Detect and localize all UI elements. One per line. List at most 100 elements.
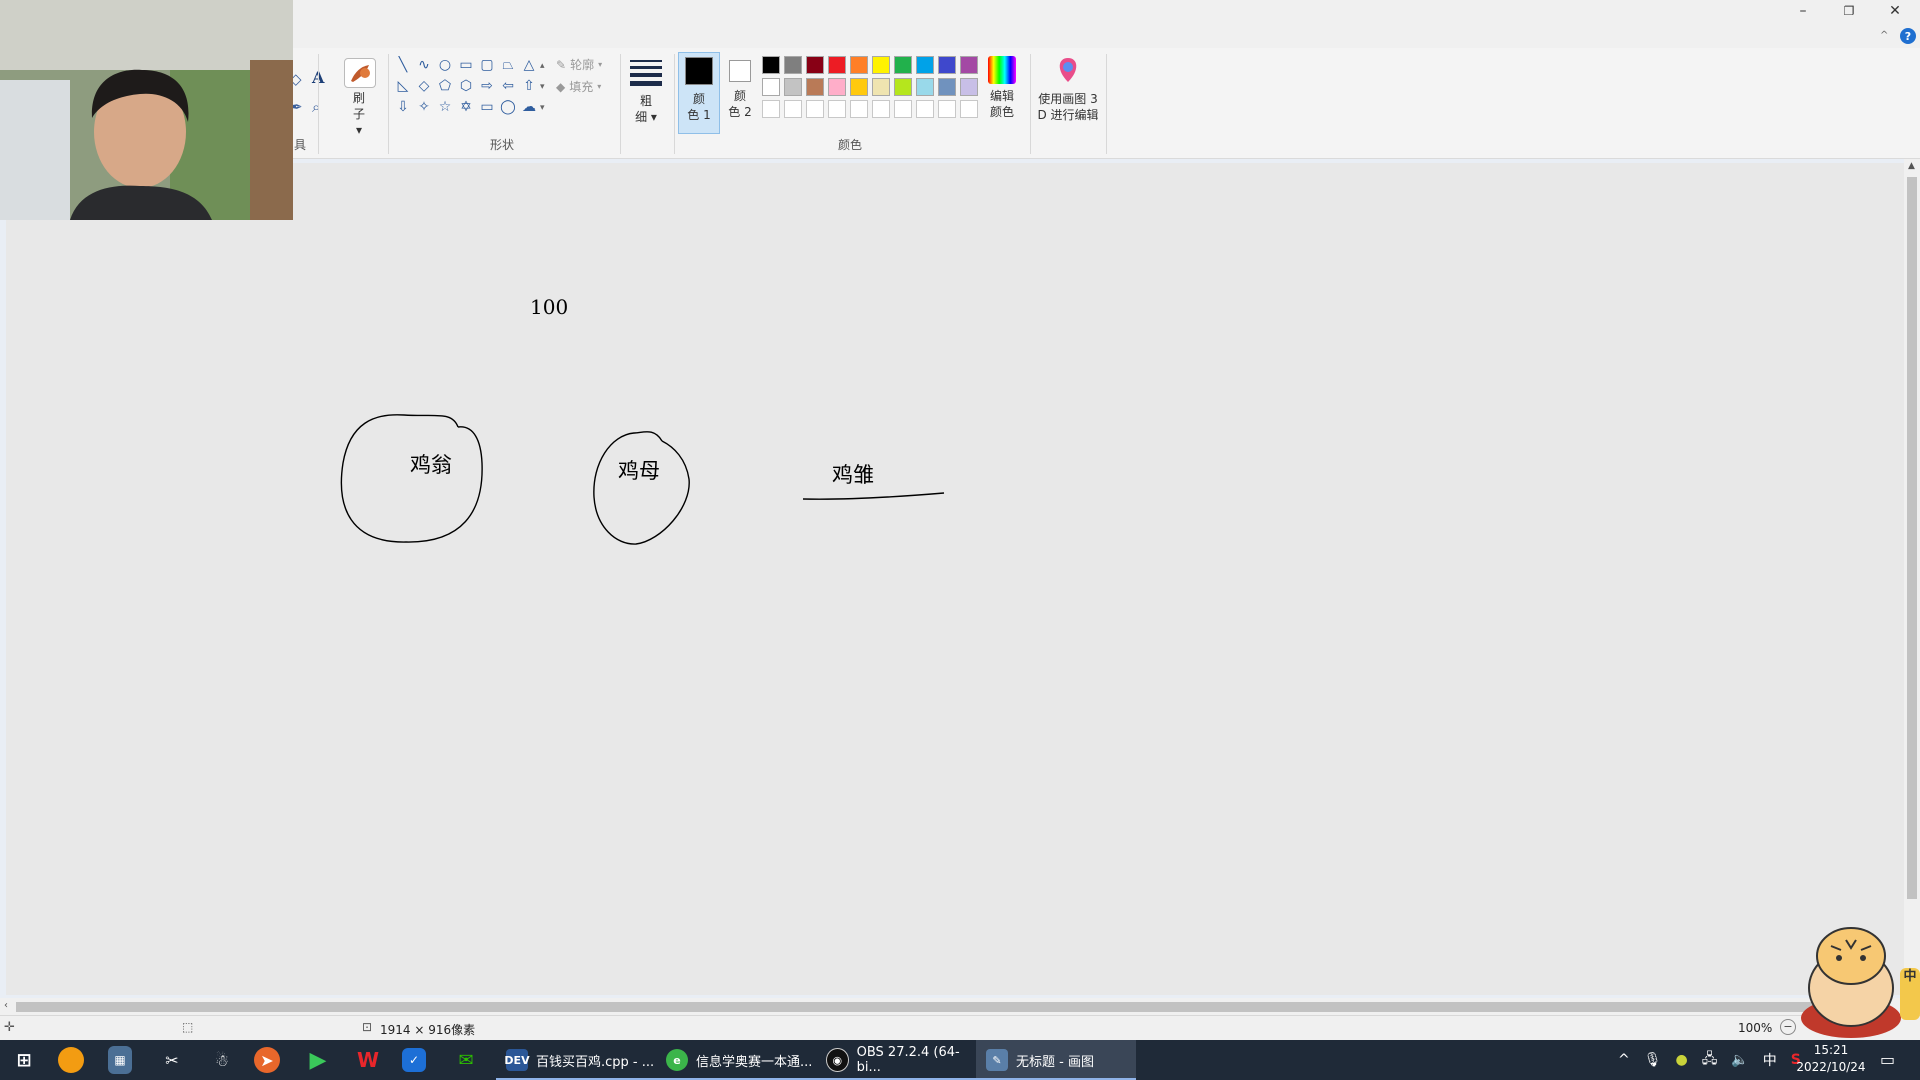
palette-color-swatch[interactable]	[872, 56, 890, 74]
custom-color-slot[interactable]	[872, 100, 890, 118]
left-arrow-shape-icon[interactable]: ⇦	[499, 77, 517, 95]
scroll-up-icon[interactable]: ▲	[1908, 161, 1915, 171]
down-arrow-shape-icon[interactable]: ⇩	[394, 98, 412, 116]
ime-floating-toolbar[interactable]: 中	[1900, 968, 1920, 1020]
fill-button[interactable]: ◆ 填充 ▾	[556, 78, 601, 95]
taskbar-app-obs[interactable]: ◉ OBS 27.2.4 (64-bi...	[816, 1040, 976, 1080]
rectangle-shape-icon[interactable]: ▭	[457, 56, 475, 74]
custom-color-slot[interactable]	[828, 100, 846, 118]
volume-icon[interactable]: 🔈	[1731, 1052, 1748, 1068]
custom-color-slot[interactable]	[916, 100, 934, 118]
tray-expand-icon[interactable]: ^	[1618, 1052, 1630, 1068]
rect-callout-shape-icon[interactable]: ▭	[478, 98, 496, 116]
player-icon[interactable]: ▶	[302, 1044, 334, 1076]
wechat-icon[interactable]: ✉	[450, 1044, 482, 1076]
vertical-scroll-thumb[interactable]	[1907, 177, 1917, 899]
custom-color-slot[interactable]	[894, 100, 912, 118]
palette-color-swatch[interactable]	[938, 78, 956, 96]
rounded-rectangle-shape-icon[interactable]: ▢	[478, 56, 496, 74]
palette-color-swatch[interactable]	[850, 78, 868, 96]
palette-color-swatch[interactable]	[938, 56, 956, 74]
canvas-text-100: 100	[530, 295, 569, 319]
palette-color-swatch[interactable]	[806, 56, 824, 74]
help-button[interactable]: ?	[1900, 28, 1916, 44]
capcut-icon[interactable]: ✂	[156, 1044, 188, 1076]
cloud-callout-shape-icon[interactable]: ☁	[520, 98, 538, 116]
drawing-canvas[interactable]: 100 鸡翁 鸡母 鸡雏	[6, 163, 1904, 995]
curve-shape-icon[interactable]: ∿	[415, 56, 433, 74]
clock[interactable]: 15:21 2022/10/24	[1786, 1042, 1876, 1076]
restore-button[interactable]: ❐	[1826, 0, 1872, 22]
pentagon-shape-icon[interactable]: ⬠	[436, 77, 454, 95]
paint3d-icon	[1059, 58, 1077, 82]
palette-color-swatch[interactable]	[784, 78, 802, 96]
edit-colors-button[interactable]: 编辑 颜色	[986, 56, 1018, 136]
right-triangle-shape-icon[interactable]: ◺	[394, 77, 412, 95]
oval-shape-icon[interactable]: ○	[436, 56, 454, 74]
palette-color-swatch[interactable]	[960, 78, 978, 96]
custom-color-slot[interactable]	[938, 100, 956, 118]
feishu-icon[interactable]: ✓	[402, 1048, 426, 1072]
calculator-icon[interactable]: ▦	[108, 1046, 132, 1074]
line-shape-icon[interactable]: ╲	[394, 56, 412, 74]
minimize-button[interactable]: –	[1780, 0, 1826, 22]
notification-center-icon[interactable]: ▭	[1880, 1050, 1895, 1069]
magnifier-icon[interactable]: ⌕	[312, 98, 320, 116]
five-point-star-shape-icon[interactable]: ☆	[436, 98, 454, 116]
palette-color-swatch[interactable]	[872, 78, 890, 96]
palette-color-swatch[interactable]	[894, 56, 912, 74]
palette-color-swatch[interactable]	[894, 78, 912, 96]
shapes-scroll[interactable]: ▴ ▾ ▾	[540, 56, 545, 119]
right-arrow-shape-icon[interactable]: ⇨	[478, 77, 496, 95]
paper-plane-app-icon[interactable]: ➤	[254, 1047, 280, 1073]
horizontal-scrollbar[interactable]: ‹	[0, 998, 1906, 1015]
palette-color-swatch[interactable]	[916, 56, 934, 74]
custom-color-slot[interactable]	[960, 100, 978, 118]
outline-button[interactable]: ✎ 轮廓 ▾	[556, 56, 602, 73]
triangle-shape-icon[interactable]: △	[520, 56, 538, 74]
microphone-icon[interactable]: 🎙	[1644, 1052, 1662, 1068]
collapse-ribbon-icon[interactable]: ^	[1880, 30, 1888, 41]
polygon-shape-icon[interactable]: ⏢	[499, 56, 517, 74]
size-button[interactable]: 粗细 ▾	[628, 56, 664, 134]
palette-color-swatch[interactable]	[784, 56, 802, 74]
oval-callout-shape-icon[interactable]: ◯	[499, 98, 517, 116]
taskbar-app-devcpp[interactable]: DEV 百钱买百鸡.cpp - ...	[496, 1040, 656, 1080]
qq-icon[interactable]: ☃	[206, 1044, 238, 1076]
fill-bucket-icon: ◆	[556, 79, 566, 94]
custom-color-slot[interactable]	[762, 100, 780, 118]
custom-color-slot[interactable]	[784, 100, 802, 118]
horizontal-scroll-thumb[interactable]	[16, 1002, 1886, 1012]
tray-app-icon[interactable]: ●	[1676, 1052, 1688, 1068]
wps-icon[interactable]: W	[352, 1044, 384, 1076]
palette-color-swatch[interactable]	[762, 56, 780, 74]
taskbar-app-browser[interactable]: e 信息学奥赛一本通...	[656, 1040, 816, 1080]
custom-color-slot[interactable]	[850, 100, 868, 118]
palette-color-swatch[interactable]	[960, 56, 978, 74]
start-button[interactable]: ⊞	[8, 1044, 40, 1076]
four-point-star-shape-icon[interactable]: ✧	[415, 98, 433, 116]
palette-color-swatch[interactable]	[828, 78, 846, 96]
six-point-star-shape-icon[interactable]: ✡	[457, 98, 475, 116]
palette-color-swatch[interactable]	[916, 78, 934, 96]
palette-color-swatch[interactable]	[806, 78, 824, 96]
color2-button[interactable]: 颜色 2	[722, 52, 758, 134]
color1-button[interactable]: 颜色 1	[678, 52, 720, 134]
edit-with-paint3d-button[interactable]: 使用画图 3D 进行编辑	[1036, 56, 1100, 136]
close-button[interactable]: ✕	[1872, 0, 1918, 22]
up-arrow-shape-icon[interactable]: ⇧	[520, 77, 538, 95]
palette-color-swatch[interactable]	[850, 56, 868, 74]
taskbar-app-paint[interactable]: ✎ 无标题 - 画图	[976, 1040, 1136, 1080]
palette-color-swatch[interactable]	[762, 78, 780, 96]
palette-color-swatch[interactable]	[828, 56, 846, 74]
network-icon[interactable]: 🖧	[1702, 1048, 1718, 1072]
custom-color-slot[interactable]	[806, 100, 824, 118]
firefox-icon[interactable]	[58, 1047, 84, 1073]
brushes-button[interactable]	[344, 58, 376, 88]
vertical-scrollbar[interactable]: ▲	[1904, 159, 1920, 998]
diamond-shape-icon[interactable]: ◇	[415, 77, 433, 95]
scroll-left-icon[interactable]: ‹	[4, 1000, 8, 1011]
zoom-out-button[interactable]: −	[1780, 1019, 1796, 1035]
ime-indicator[interactable]: 中	[1763, 1050, 1777, 1070]
hexagon-shape-icon[interactable]: ⬡	[457, 77, 475, 95]
